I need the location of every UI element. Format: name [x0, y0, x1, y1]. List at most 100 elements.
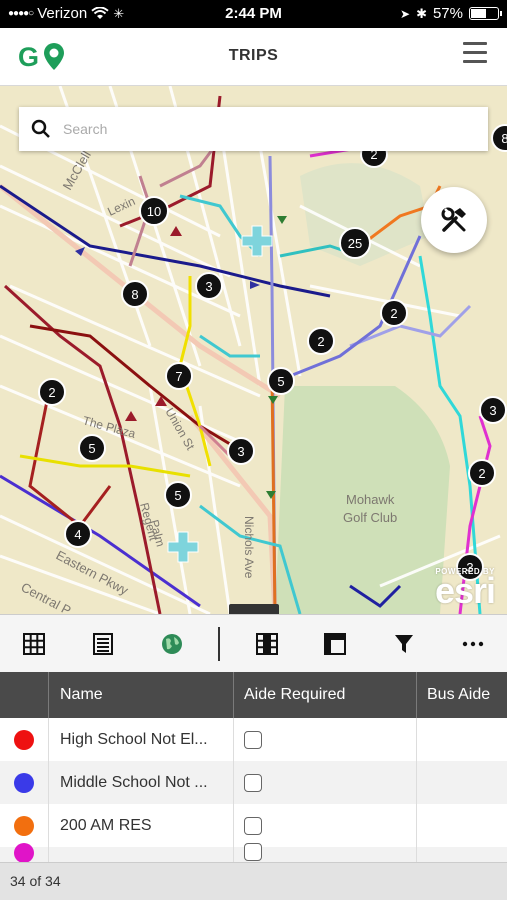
globe-icon [161, 633, 182, 654]
battery-percent: 57% [432, 5, 463, 22]
route-color-dot [14, 729, 34, 750]
map-label-nichols: Nichols Ave [242, 516, 256, 579]
more-icon [462, 641, 483, 646]
attribution-brand: esri [434, 570, 496, 611]
aide-required-checkbox[interactable] [244, 843, 262, 861]
table-row[interactable] [0, 843, 507, 862]
map-canvas[interactable]: Mohawk Golf Club Eastern Pkwy Central P … [0, 86, 507, 614]
cluster-marker[interactable]: 3 [227, 437, 255, 465]
map-view[interactable]: Mohawk Golf Club Eastern Pkwy Central P … [0, 86, 507, 614]
map-label-union: Union St [162, 406, 197, 453]
map-label-lexin: Lexin [105, 194, 137, 219]
cluster-marker[interactable]: 7 [165, 362, 193, 390]
row-name-cell: Middle School Not ... [49, 761, 234, 804]
svg-text:4: 4 [74, 527, 81, 542]
svg-text:3: 3 [237, 444, 244, 459]
svg-text:8: 8 [131, 287, 138, 302]
cluster-marker[interactable]: 2 [468, 459, 496, 487]
table-icon [23, 632, 46, 655]
aide-required-checkbox[interactable] [244, 816, 262, 835]
cluster-marker[interactable]: 2 [307, 327, 335, 355]
cluster-marker[interactable]: 10 [139, 196, 169, 226]
row-bus-aide-cell [417, 761, 507, 804]
row-name-cell [49, 847, 234, 862]
row-color-cell [0, 843, 49, 862]
nav-bar: G TRIPS [0, 28, 507, 86]
cluster-marker[interactable]: 4 [64, 520, 92, 548]
svg-text:2: 2 [48, 385, 55, 400]
cluster-marker[interactable]: 2 [380, 299, 408, 327]
search-icon [19, 107, 63, 151]
hamburger-menu-button[interactable] [463, 42, 487, 66]
table-view-button[interactable] [0, 615, 69, 673]
more-options-button[interactable] [438, 615, 507, 673]
table-row[interactable]: 200 AM RES [0, 804, 507, 847]
row-color-cell [0, 718, 49, 761]
filter-icon [394, 634, 413, 653]
esri-attribution[interactable]: POWERED BY esri [434, 567, 496, 611]
svg-text:3: 3 [489, 403, 496, 418]
row-aide-cell [234, 804, 417, 847]
map-label-golf-club: Golf Club [343, 510, 397, 525]
route-color-dot [14, 815, 34, 836]
battery-icon [469, 7, 502, 20]
row-aide-cell [234, 843, 417, 862]
cluster-marker[interactable]: 3 [195, 272, 223, 300]
cluster-marker[interactable]: 3 [479, 396, 507, 424]
svg-text:10: 10 [147, 204, 161, 219]
svg-text:7: 7 [175, 369, 182, 384]
svg-text:5: 5 [88, 441, 95, 456]
column-header-name[interactable]: Name [49, 672, 234, 718]
panel-drag-handle[interactable] [229, 604, 279, 614]
record-count: 34 of 34 [0, 862, 507, 900]
table-row[interactable]: Middle School Not ... [0, 761, 507, 804]
cluster-marker[interactable]: 5 [164, 481, 192, 509]
column-header-bus-aide[interactable]: Bus Aide [417, 672, 507, 718]
header-color-column [0, 672, 49, 718]
row-color-cell [0, 804, 49, 847]
svg-text:8: 8 [501, 131, 507, 146]
page-title: TRIPS [228, 47, 279, 64]
table-toolbar [0, 614, 507, 672]
map-tools-button[interactable] [421, 187, 487, 253]
row-bus-aide-cell [417, 804, 507, 847]
cluster-marker[interactable]: 25 [339, 227, 371, 259]
table-row[interactable]: High School Not El... [0, 718, 507, 761]
search-bar[interactable] [19, 107, 488, 151]
search-input[interactable] [63, 121, 488, 137]
filter-button[interactable] [370, 615, 439, 673]
map-label-palm: Palm [147, 518, 168, 548]
layout-icon [324, 632, 347, 655]
route-color-dot [14, 843, 34, 862]
aide-required-checkbox[interactable] [244, 773, 262, 792]
column-header-aide-required[interactable]: Aide Required [234, 672, 417, 718]
row-bus-aide-cell [417, 718, 507, 761]
map-label-mohawk: Mohawk [346, 492, 395, 507]
row-name-cell: High School Not El... [49, 718, 234, 761]
cluster-marker[interactable]: 5 [267, 367, 295, 395]
status-bar: ●●●●○ Verizon ✳ 2:44 PM ➤ ✱ 57% [0, 0, 507, 28]
row-color-cell [0, 761, 49, 804]
battery-fill [471, 9, 486, 18]
svg-text:25: 25 [348, 236, 362, 251]
bluetooth-icon: ✱ [416, 5, 427, 21]
columns-icon [255, 632, 278, 655]
cluster-marker[interactable]: 8 [491, 124, 507, 152]
columns-button[interactable] [232, 615, 301, 673]
map-view-button[interactable] [137, 615, 206, 673]
list-icon [93, 632, 114, 655]
svg-text:3: 3 [205, 279, 212, 294]
status-right: ➤ ✱ 57% [400, 5, 502, 22]
list-view-button[interactable] [69, 615, 138, 673]
row-aide-cell [234, 761, 417, 804]
layout-button[interactable] [301, 615, 370, 673]
location-icon: ➤ [400, 6, 411, 21]
aide-required-checkbox[interactable] [244, 730, 262, 749]
cluster-marker[interactable]: 2 [38, 378, 66, 406]
grid-body[interactable]: High School Not El... Middle School Not … [0, 718, 507, 862]
svg-text:2: 2 [478, 466, 485, 481]
route-color-dot [14, 772, 34, 793]
grid-header: Name Aide Required Bus Aide [0, 672, 507, 718]
cluster-marker[interactable]: 5 [78, 434, 106, 462]
cluster-marker[interactable]: 8 [121, 280, 149, 308]
